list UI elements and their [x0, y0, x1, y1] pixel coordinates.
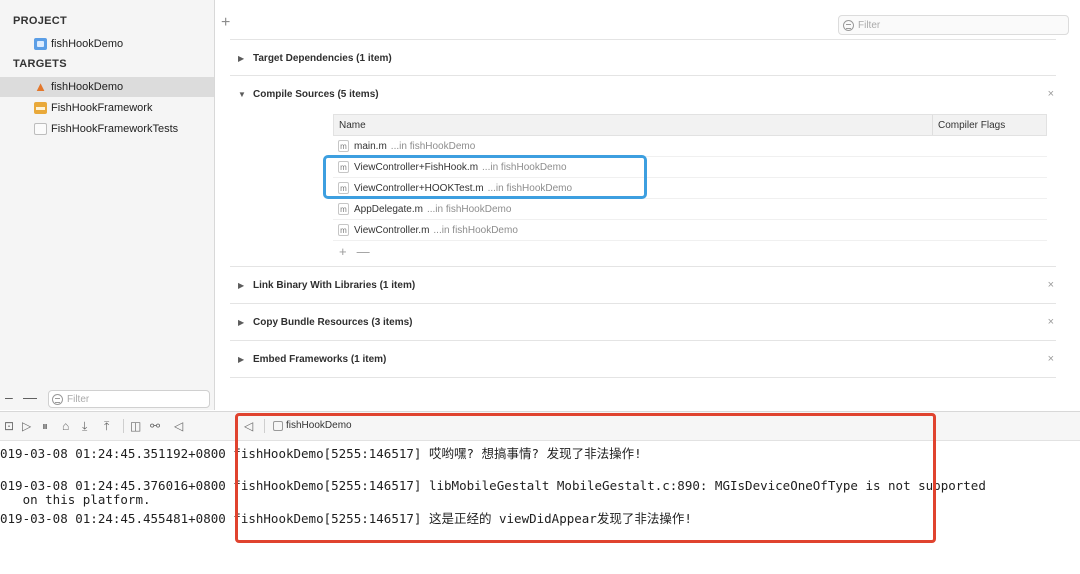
- phase-title: Embed Frameworks (1 item): [253, 354, 387, 365]
- table-row[interactable]: m main.m ...in fishHookDemo: [333, 136, 1047, 157]
- toolbar-separator: [123, 419, 124, 433]
- target-label: FishHookFramework: [51, 102, 153, 114]
- filter-placeholder: Filter: [67, 393, 90, 405]
- phase-title: Compile Sources (5 items): [253, 89, 379, 100]
- remove-button[interactable]: —: [23, 389, 37, 405]
- step-over-icon[interactable]: ⌂: [62, 419, 69, 433]
- project-header: PROJECT: [13, 15, 68, 27]
- source-file-name: main.m: [354, 140, 387, 152]
- target-item-fishhookframework[interactable]: FishHookFramework: [0, 98, 214, 118]
- add-source-button[interactable]: +: [339, 244, 347, 259]
- source-file-name: ViewController.m: [354, 224, 430, 236]
- disclosure-triangle-icon[interactable]: ▶: [238, 318, 246, 327]
- source-file-location: ...in fishHookDemo: [426, 203, 512, 215]
- test-bundle-icon: [34, 123, 47, 135]
- project-navigator: PROJECT fishHookDemo TARGETS ▲ fishHookD…: [0, 0, 215, 410]
- filter-icon: [52, 393, 63, 405]
- objc-file-icon: m: [338, 203, 349, 215]
- phase-header[interactable]: ▶ Embed Frameworks (1 item): [238, 354, 386, 365]
- phase-header[interactable]: ▶ Target Dependencies (1 item): [238, 53, 392, 64]
- navigator-footer: – — Filter: [0, 388, 214, 410]
- column-header-name[interactable]: Name: [334, 120, 932, 131]
- disclosure-triangle-icon[interactable]: ▶: [238, 281, 246, 290]
- memory-graph-icon[interactable]: ⚯: [150, 419, 160, 433]
- project-item-label: fishHookDemo: [51, 38, 124, 50]
- remove-source-button[interactable]: —: [357, 244, 370, 259]
- table-row[interactable]: m ViewController.m ...in fishHookDemo: [333, 220, 1047, 241]
- phase-header[interactable]: ▶ Link Binary With Libraries (1 item): [238, 280, 415, 291]
- step-into-icon[interactable]: ⤓: [82, 419, 87, 433]
- navigator-filter-field[interactable]: Filter: [48, 390, 210, 408]
- disclosure-triangle-icon[interactable]: ▶: [238, 355, 246, 364]
- pause-icon[interactable]: ⏸: [42, 419, 48, 433]
- phase-title: Link Binary With Libraries (1 item): [253, 280, 416, 291]
- target-item-fishhookdemo[interactable]: ▲ fishHookDemo: [0, 77, 214, 97]
- remove-target-button[interactable]: –: [5, 389, 13, 405]
- delete-phase-button[interactable]: ×: [1048, 279, 1054, 291]
- delete-phase-button[interactable]: ×: [1048, 353, 1054, 365]
- framework-icon: [34, 102, 47, 114]
- source-file-name: AppDelegate.m: [354, 203, 423, 215]
- phase-embed-frameworks: ▶ Embed Frameworks (1 item) ×: [230, 341, 1056, 378]
- phase-title: Target Dependencies (1 item): [253, 53, 392, 64]
- target-label: fishHookDemo: [51, 81, 124, 93]
- phase-header[interactable]: ▼ Compile Sources (5 items): [238, 89, 379, 100]
- table-row[interactable]: m AppDelegate.m ...in fishHookDemo: [333, 199, 1047, 220]
- source-file-location: ...in fishHookDemo: [390, 140, 476, 152]
- delete-phase-button[interactable]: ×: [1048, 316, 1054, 328]
- disclosure-triangle-icon[interactable]: ▶: [238, 54, 246, 63]
- project-item[interactable]: fishHookDemo: [0, 34, 214, 54]
- view-hierarchy-icon[interactable]: ◫: [130, 419, 141, 433]
- target-item-fishhookframeworktests[interactable]: FishHookFrameworkTests: [0, 119, 214, 139]
- environment-overrides-icon[interactable]: ◁: [174, 419, 183, 433]
- filter-icon: [843, 19, 854, 31]
- source-file-location: ...in fishHookDemo: [433, 224, 518, 236]
- app-target-icon: ▲: [34, 79, 47, 94]
- table-actions: + —: [333, 241, 1047, 261]
- objc-file-icon: m: [338, 140, 349, 152]
- phase-copy-bundle-resources: ▶ Copy Bundle Resources (3 items) ×: [230, 304, 1056, 341]
- step-out-icon[interactable]: ⤒: [104, 419, 109, 433]
- filter-placeholder: Filter: [858, 19, 881, 31]
- table-header: Name Compiler Flags: [333, 114, 1047, 136]
- disclosure-triangle-icon[interactable]: ▼: [238, 90, 246, 99]
- highlight-box-red: [235, 413, 936, 543]
- highlight-box-blue: [323, 155, 647, 199]
- console-toggle-icon[interactable]: ⊡: [4, 419, 14, 433]
- build-phases-filter-field[interactable]: Filter: [838, 15, 1069, 35]
- targets-header: TARGETS: [13, 58, 67, 70]
- breakpoints-icon[interactable]: ▷: [22, 419, 31, 433]
- phase-title: Copy Bundle Resources (3 items): [253, 317, 413, 328]
- phase-link-binary: ▶ Link Binary With Libraries (1 item) ×: [230, 267, 1056, 304]
- phase-target-dependencies: ▶ Target Dependencies (1 item): [230, 39, 1056, 76]
- objc-file-icon: m: [338, 224, 349, 236]
- column-header-compiler-flags[interactable]: Compiler Flags: [932, 115, 1046, 135]
- target-label: FishHookFrameworkTests: [51, 123, 179, 135]
- project-file-icon: [34, 38, 47, 50]
- delete-phase-button[interactable]: ×: [1048, 88, 1054, 100]
- log-line: on this platform.: [0, 492, 151, 507]
- phase-header[interactable]: ▶ Copy Bundle Resources (3 items): [238, 317, 412, 328]
- add-build-phase-button[interactable]: +: [221, 15, 230, 31]
